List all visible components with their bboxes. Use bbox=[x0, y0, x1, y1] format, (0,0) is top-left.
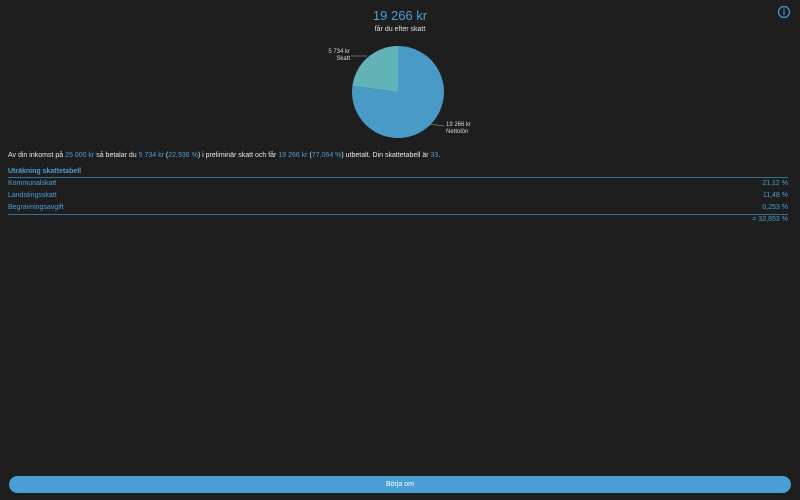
tax-slice bbox=[352, 46, 398, 92]
tax-slice-name: Skatt bbox=[336, 56, 350, 62]
tax-slice-label: 5 734 kr Skatt bbox=[310, 49, 350, 63]
tax-table: Uträkning skattetabell Kommunalskatt 21,… bbox=[8, 168, 788, 225]
page: 19 266 kr får du efter skatt 5 734 kr Sk… bbox=[0, 0, 800, 500]
net-slice-amount: 19 266 kr bbox=[446, 122, 472, 128]
summary-net: 19 266 kr bbox=[278, 152, 308, 159]
summary-part: Av din inkomst på bbox=[8, 152, 66, 159]
summary-income: 25 000 kr bbox=[65, 152, 95, 159]
header: 19 266 kr får du efter skatt bbox=[0, 8, 800, 33]
row-value: 21,12 % bbox=[762, 180, 788, 187]
restart-button[interactable]: Börja om bbox=[9, 476, 791, 493]
net-amount-heading: 19 266 kr bbox=[372, 8, 428, 23]
summary-part: . bbox=[438, 152, 441, 159]
net-slice-label: 19 266 kr Nettolön bbox=[446, 122, 506, 136]
net-leader-line bbox=[428, 123, 445, 127]
pie-chart: 5 734 kr Skatt 19 266 kr Nettolön bbox=[310, 40, 510, 150]
table-total-row: = 32,853 % bbox=[8, 214, 788, 225]
summary-text: Av din inkomst på 25 000 kr så betalar d… bbox=[8, 152, 792, 159]
table-total: = 32,853 % bbox=[752, 216, 788, 223]
net-slice-name: Nettolön bbox=[446, 129, 469, 135]
summary-part: så betalar du bbox=[94, 152, 139, 159]
table-row: Landstingsskatt 11,48 % bbox=[8, 190, 788, 202]
row-label: Landstingsskatt bbox=[8, 192, 57, 199]
row-label: Begravningsavgift bbox=[8, 204, 64, 211]
row-label: Kommunalskatt bbox=[8, 180, 57, 187]
table-row: Begravningsavgift 0,253 % bbox=[8, 202, 788, 214]
table-row: Kommunalskatt 21,12 % bbox=[8, 178, 788, 190]
net-subtitle: får du efter skatt bbox=[374, 26, 426, 33]
summary-tax-percent: 22,936 % bbox=[168, 152, 198, 159]
row-value: 11,48 % bbox=[762, 192, 788, 199]
summary-tax: 5 734 kr bbox=[138, 152, 164, 159]
tax-table-title: Uträkning skattetabell bbox=[8, 168, 788, 178]
summary-part: ) utbetalt. Din skattetabell är bbox=[341, 152, 431, 159]
summary-part: ) i preliminär skatt och får bbox=[197, 152, 279, 159]
tax-slice-amount: 5 734 kr bbox=[328, 49, 350, 55]
summary-net-percent: 77,064 % bbox=[311, 152, 342, 159]
row-value: 0,253 % bbox=[762, 204, 788, 211]
